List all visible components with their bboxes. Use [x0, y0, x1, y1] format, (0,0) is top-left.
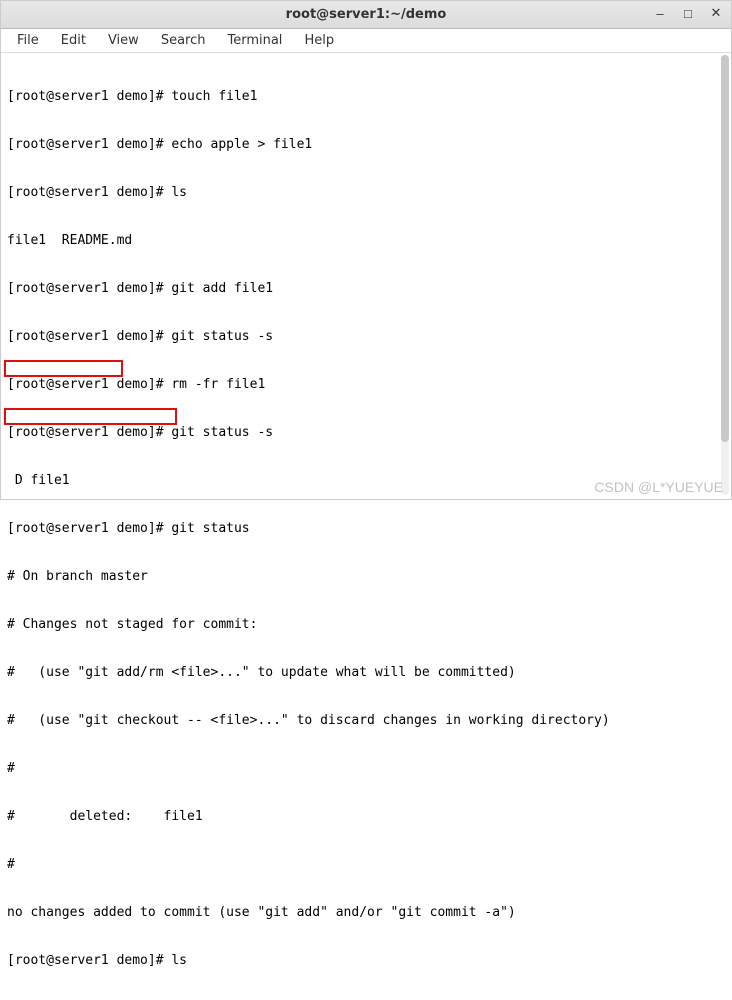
terminal-line: D file1	[7, 473, 725, 489]
menu-search[interactable]: Search	[151, 31, 216, 50]
terminal-area[interactable]: [root@server1 demo]# touch file1 [root@s…	[1, 53, 731, 1000]
terminal-line: # (use "git add/rm <file>..." to update …	[7, 665, 725, 681]
terminal-line: [root@server1 demo]# echo apple > file1	[7, 137, 725, 153]
scrollbar[interactable]	[721, 55, 729, 495]
menu-bar: File Edit View Search Terminal Help	[1, 29, 731, 53]
window-titlebar: root@server1:~/demo – □ ✕	[1, 1, 731, 29]
terminal-line: # (use "git checkout -- <file>..." to di…	[7, 713, 725, 729]
menu-view[interactable]: View	[98, 31, 149, 50]
highlight-box	[4, 360, 123, 377]
highlight-box	[4, 408, 177, 425]
maximize-button[interactable]: □	[679, 4, 697, 22]
terminal-line: [root@server1 demo]# ls	[7, 953, 725, 969]
close-button[interactable]: ✕	[707, 4, 725, 22]
terminal-line: file1 README.md	[7, 233, 725, 249]
terminal-line: no changes added to commit (use "git add…	[7, 905, 725, 921]
window-title: root@server1:~/demo	[286, 7, 447, 22]
terminal-line: [root@server1 demo]# touch file1	[7, 89, 725, 105]
terminal-line: [root@server1 demo]# git status -s	[7, 329, 725, 345]
terminal-line: #	[7, 761, 725, 777]
terminal-line: # Changes not staged for commit:	[7, 617, 725, 633]
terminal-line: [root@server1 demo]# git status -s	[7, 425, 725, 441]
scrollbar-thumb[interactable]	[721, 55, 729, 442]
terminal-line: [root@server1 demo]# ls	[7, 185, 725, 201]
window-buttons: – □ ✕	[651, 4, 725, 22]
menu-terminal[interactable]: Terminal	[217, 31, 292, 50]
terminal-line: # deleted: file1	[7, 809, 725, 825]
terminal-line: [root@server1 demo]# git add file1	[7, 281, 725, 297]
menu-edit[interactable]: Edit	[51, 31, 96, 50]
menu-file[interactable]: File	[7, 31, 49, 50]
menu-help[interactable]: Help	[294, 31, 344, 50]
minimize-button[interactable]: –	[651, 4, 669, 22]
terminal-line: [root@server1 demo]# git status	[7, 521, 725, 537]
terminal-line: [root@server1 demo]# rm -fr file1	[7, 377, 725, 393]
terminal-line: #	[7, 857, 725, 873]
terminal-line: # On branch master	[7, 569, 725, 585]
